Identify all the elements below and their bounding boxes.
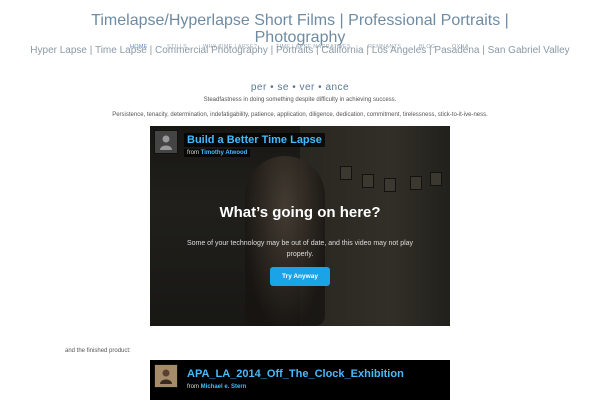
byline-prefix: from [187,150,199,156]
definition-text: Steadfastness in doing something despite… [203,97,397,103]
author-avatar[interactable] [154,130,178,154]
person-icon [160,135,172,150]
video-title-2[interactable]: APA_LA_2014_Off_The_Clock_Exhibition [184,367,407,381]
perseverance-heading: per • se • ver • ance [250,82,350,93]
video-author-link-2[interactable]: Michael e. Stern [201,384,247,390]
author-avatar-2[interactable] [154,364,178,388]
error-message: Some of your technology may be out of da… [186,240,414,258]
site-title[interactable]: Timelapse/Hyperlapse Short Films | Profe… [60,12,540,46]
error-heading: What’s going on here? [219,204,381,221]
video-header: Build a Better Time Lapse from Timothy A… [154,130,325,157]
video-byline: from Timothy Atwood [184,149,251,157]
finished-product-text: and the finished product: [65,348,131,354]
video-byline-2: from Michael e. Stern [184,383,250,391]
video-author-link[interactable]: Timothy Atwood [201,150,248,156]
video-player-2[interactable]: APA_LA_2014_Off_The_Clock_Exhibition fro… [150,360,450,400]
video-player-1[interactable]: Build a Better Time Lapse from Timothy A… [150,126,450,326]
try-anyway-button[interactable]: Try Anyway [270,267,330,286]
byline-prefix-2: from [187,384,199,390]
person-icon [160,369,172,384]
synonyms-text: Persistence, tenacity, determination, in… [112,112,488,118]
video-header-2: APA_LA_2014_Off_The_Clock_Exhibition fro… [154,364,407,391]
site-tagline: Hyper Lapse | Time Lapse | Commercial Ph… [30,45,570,56]
video-title[interactable]: Build a Better Time Lapse [184,133,325,147]
